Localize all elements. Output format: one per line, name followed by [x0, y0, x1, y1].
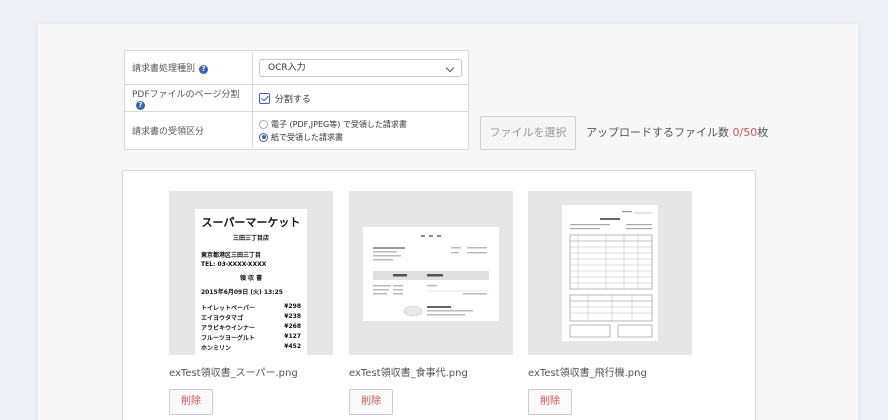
split-value-cell: 分割する: [252, 84, 469, 112]
split-checkbox[interactable]: [259, 92, 270, 104]
file-card: スーパーマーケット 三田三丁目店 東京都港区三田三丁目 TEL: 03-XXXX…: [169, 191, 333, 415]
file-card: exTest領収書_飛行機.png 削除: [528, 191, 692, 415]
delete-button[interactable]: 削除: [169, 389, 213, 415]
file-list: スーパーマーケット 三田三丁目店 東京都港区三田三丁目 TEL: 03-XXXX…: [122, 170, 756, 420]
receipt-line: トイレットペーパー ¥298: [201, 303, 301, 312]
receive-option-electronic[interactable]: 電子 (PDF,JPEG等) で受領した請求書: [259, 118, 462, 131]
chevron-down-icon: [445, 63, 455, 72]
radio-paper[interactable]: [259, 132, 268, 142]
receipt-drawing: [373, 235, 489, 317]
type-label: 請求書処理種別: [132, 64, 196, 74]
split-label-cell: PDFファイルのページ分割?: [124, 84, 253, 112]
receive-value-cell: 電子 (PDF,JPEG等) で受領した請求書 紙で受領した請求書: [252, 111, 469, 150]
radio-electronic[interactable]: [259, 119, 268, 129]
delete-button[interactable]: 削除: [528, 389, 572, 415]
receipt-items: トイレットペーパー ¥298 エイヨウタマゴ ¥238 アラビキウインナー ¥268 …: [201, 303, 301, 352]
receive-option-paper[interactable]: 紙で受領した請求書: [259, 131, 462, 144]
receipt-line: ホンミリン ¥452: [201, 343, 301, 352]
receipt-store: 三田三丁目店: [232, 235, 269, 242]
receipt-image: [562, 205, 658, 341]
file-thumbnail[interactable]: [349, 191, 513, 355]
file-thumbnail[interactable]: [528, 191, 692, 355]
upload-count-current: 0: [732, 126, 740, 139]
upload-count-suffix: 枚: [757, 126, 769, 139]
upload-count: アップロードするファイル数 0/50枚: [586, 116, 768, 150]
receive-label: 請求書の受領区分: [132, 127, 205, 137]
file-name: exTest領収書_スーパー.png: [169, 368, 298, 379]
receipt-date: 2015年6月09日 (火) 13:25: [201, 289, 283, 296]
receipt-heading: 領 収 書: [239, 275, 263, 282]
file-name: exTest領収書_食事代.png: [349, 368, 468, 379]
type-select-value: OCR入力: [268, 62, 306, 73]
file-name: exTest領収書_飛行機.png: [528, 368, 647, 379]
receipt-tel: TEL: 03-XXXX-XXXX: [201, 261, 267, 268]
receipt-line: エイヨウタマゴ ¥238: [201, 313, 301, 322]
delete-button[interactable]: 削除: [349, 389, 393, 415]
file-thumbnail[interactable]: スーパーマーケット 三田三丁目店 東京都港区三田三丁目 TEL: 03-XXXX…: [169, 191, 333, 355]
type-select[interactable]: OCR入力: [259, 58, 462, 77]
type-value-cell: OCR入力: [252, 50, 469, 85]
choose-file-button[interactable]: ファイルを選択: [480, 116, 576, 150]
receipt-line: フルーツヨーグルト ¥127: [201, 333, 301, 342]
type-label-cell: 請求書処理種別?: [124, 50, 253, 85]
file-card: exTest領収書_食事代.png 削除: [349, 191, 513, 415]
receipt-line: アラビキウインナー ¥268: [201, 323, 301, 332]
split-checkbox-label: 分割する: [274, 94, 311, 105]
receipt-title: スーパーマーケット: [201, 216, 301, 229]
settings-table: 請求書処理種別? OCR入力 PDFファイルのページ分割? 分割する 請求書の受…: [124, 50, 469, 150]
receipt-image: スーパーマーケット 三田三丁目店 東京都港区三田三丁目 TEL: 03-XXXX…: [195, 209, 307, 355]
radio-electronic-label: 電子 (PDF,JPEG等) で受領した請求書: [271, 119, 407, 129]
upload-count-max: 50: [743, 126, 758, 139]
help-icon[interactable]: ?: [199, 65, 209, 74]
upload-count-prefix: アップロードするファイル数: [586, 126, 733, 139]
upload-panel: 請求書処理種別? OCR入力 PDFファイルのページ分割? 分割する 請求書の受…: [38, 24, 858, 420]
help-icon[interactable]: ?: [136, 100, 145, 110]
receive-label-cell: 請求書の受領区分: [124, 111, 253, 150]
receipt-drawing: [569, 211, 653, 338]
receipt-image: [363, 227, 499, 321]
split-label: PDFファイルのページ分割: [132, 89, 240, 100]
receipt-address: 東京都港区三田三丁目: [201, 252, 262, 259]
radio-paper-label: 紙で受領した請求書: [271, 132, 343, 142]
